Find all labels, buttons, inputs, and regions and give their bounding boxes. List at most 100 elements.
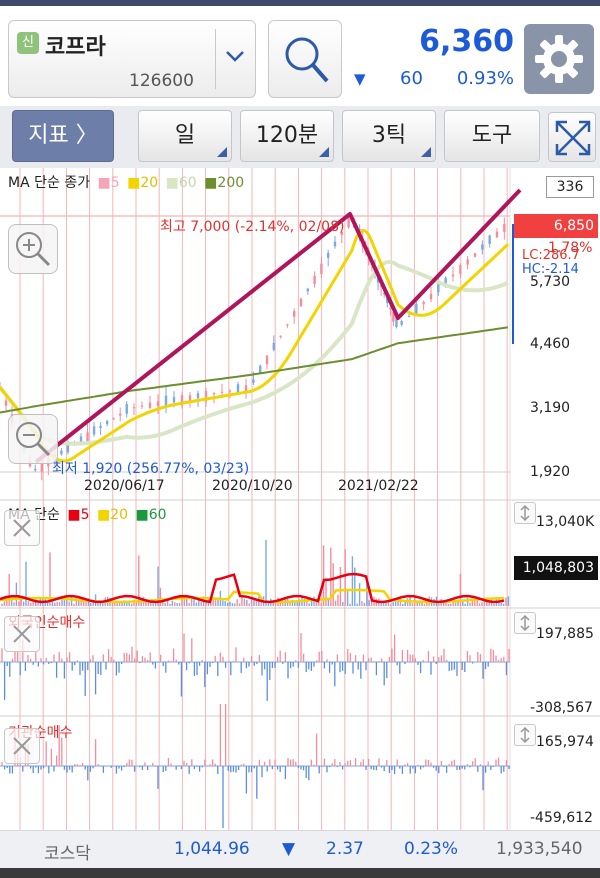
- y-tick-5730: 5,730: [530, 274, 571, 290]
- period-minute-button[interactable]: 120분: [240, 110, 334, 162]
- vma20-swatch: ■: [96, 507, 111, 523]
- candle-body: [228, 390, 232, 392]
- index-volume: 1,933,540: [496, 839, 583, 859]
- foreign-min-label: -308,567: [530, 700, 593, 716]
- candle-body: [293, 310, 296, 317]
- candle-body: [4, 400, 8, 406]
- period-day-button[interactable]: 일: [138, 110, 232, 162]
- y-tick-3190: 3,190: [530, 400, 571, 416]
- candle-body: [132, 407, 136, 409]
- market-index-bar[interactable]: 코스닥 1,044.96 ▼ 2.37 0.23% 1,933,540: [0, 830, 600, 868]
- price-change: 60: [400, 68, 423, 89]
- volume-close-button[interactable]: [4, 510, 40, 546]
- candle-body: [437, 283, 440, 293]
- vma60-label: 60: [148, 507, 167, 523]
- fullscreen-button[interactable]: [548, 112, 596, 162]
- candle-body: [196, 393, 200, 399]
- close-icon: [13, 625, 31, 643]
- vma5-label: 5: [80, 507, 90, 523]
- candle-body: [148, 402, 152, 409]
- settings-button[interactable]: [524, 24, 594, 94]
- search-button[interactable]: [268, 20, 342, 98]
- candle-body: [272, 343, 275, 350]
- zoom-in-button[interactable]: [8, 224, 58, 274]
- credit-badge: 신: [17, 32, 39, 54]
- zoom-out-button[interactable]: [8, 414, 58, 464]
- stock-dropdown-button[interactable]: [215, 29, 253, 89]
- candle-body: [488, 235, 491, 244]
- close-icon: [13, 519, 31, 537]
- period-tick-button[interactable]: 3틱: [342, 110, 436, 162]
- candle-body: [99, 425, 102, 429]
- stock-code: 126600: [129, 71, 194, 91]
- candle-body: [400, 321, 403, 325]
- x-date-1: 2020/06/17: [84, 478, 165, 494]
- tools-button[interactable]: 도구: [444, 110, 540, 162]
- current-price-box: 6,850: [514, 214, 598, 238]
- resize-icon: [520, 504, 530, 522]
- price-change-pct: 0.93%: [456, 68, 514, 89]
- ma5-swatch: ■: [97, 175, 111, 191]
- inst-min-label: -459,612: [530, 810, 593, 826]
- stock-selector[interactable]: 신 코프라 126600: [8, 20, 256, 98]
- low-annotation: 최저 1,920 (256.77%, 03/23): [52, 461, 250, 477]
- chart-toolbar: 지표 〉 일 120분 3틱 도구: [0, 106, 600, 168]
- high-annotation: 최고 7,000 (-2.14%, 02/08): [160, 219, 345, 235]
- candle-body: [140, 405, 144, 407]
- zoom-in-icon: [16, 232, 51, 267]
- candle-body: [503, 224, 506, 232]
- ma20-line: [0, 228, 510, 463]
- resize-icon: [520, 614, 530, 632]
- candle-body: [415, 303, 418, 314]
- inst-close-button[interactable]: [4, 728, 40, 764]
- candle-body: [92, 426, 96, 435]
- candle-body: [259, 365, 262, 373]
- bottom-nav-bar: [0, 868, 600, 878]
- ma20-swatch: ■: [127, 175, 141, 191]
- candle-body: [320, 263, 323, 274]
- gear-icon: [535, 35, 583, 83]
- candle-body: [105, 420, 109, 425]
- foreign-resize-handle[interactable]: [514, 612, 536, 634]
- inst-max-label: 165,974: [536, 734, 594, 750]
- dropdown-corner-icon: [217, 147, 227, 157]
- search-icon: [285, 37, 329, 83]
- candle-body: [279, 335, 282, 337]
- candle-body: [422, 301, 425, 305]
- chart-canvas[interactable]: [0, 168, 600, 830]
- candle-body: [466, 259, 469, 265]
- period-day-label: 일: [174, 123, 196, 148]
- volume-resize-handle[interactable]: [514, 502, 536, 524]
- current-price: 6,360: [419, 24, 514, 59]
- foreign-close-button[interactable]: [4, 616, 40, 652]
- index-change-pct: 0.23%: [404, 839, 459, 859]
- chevron-down-icon: [226, 51, 244, 62]
- vma20-label: 20: [110, 507, 128, 523]
- stock-name: 코프라: [45, 35, 106, 60]
- candle-body: [473, 253, 477, 257]
- ma60-swatch: ■: [165, 175, 179, 191]
- candle-body: [495, 231, 499, 238]
- zoom-out-icon: [16, 422, 51, 457]
- chart-area[interactable]: MA 단순 종가 ■5 ■20 ■60 ■200 336 6,850 1.78%…: [0, 168, 600, 830]
- ma60-label: 60: [178, 175, 197, 191]
- candle-body: [236, 384, 240, 393]
- candle-body: [125, 404, 128, 414]
- candle-body: [407, 316, 411, 318]
- candle-body: [112, 418, 115, 420]
- ma200-swatch: ■: [204, 175, 218, 191]
- value-box: 336: [546, 176, 594, 198]
- candle-body: [459, 265, 462, 274]
- candle-body: [164, 395, 168, 406]
- y-tick-1920: 1,920: [530, 464, 571, 480]
- y-tick-4460: 4,460: [530, 336, 571, 352]
- stock-header: 신 코프라 126600 6,360 ▼ 60 0.93%: [0, 6, 600, 106]
- right-lc-label: LC:286.7: [522, 248, 580, 263]
- indicator-button[interactable]: 지표 〉: [12, 110, 114, 162]
- candle-body: [306, 288, 309, 292]
- inst-resize-handle[interactable]: [514, 724, 536, 746]
- candle-body: [252, 379, 255, 383]
- candle-body: [333, 241, 337, 247]
- candle-body: [313, 275, 316, 284]
- candle-body: [347, 218, 350, 228]
